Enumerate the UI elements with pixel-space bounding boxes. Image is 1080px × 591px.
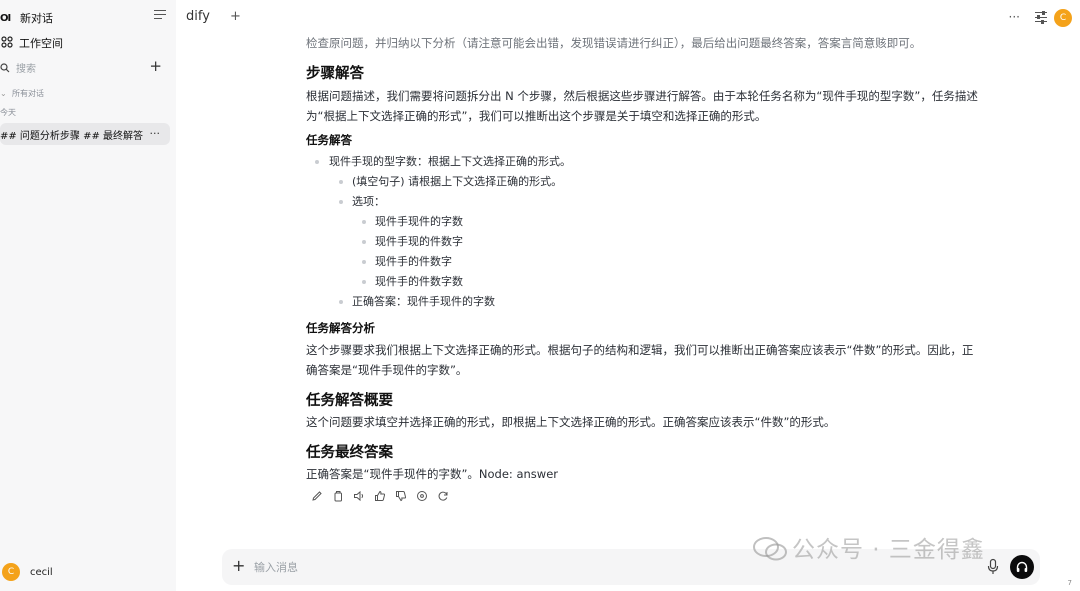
final-paragraph: 正确答案是“现件手现件的字数”。Node: answer xyxy=(306,467,558,481)
list-item: 现件手现的型字数：根据上下文选择正确的形式。 xyxy=(329,155,571,168)
more-options-icon[interactable]: ··· xyxy=(1009,10,1020,24)
heading-final: 任务最终答案 xyxy=(306,445,393,461)
edit-icon[interactable] xyxy=(310,489,323,502)
list-bullet xyxy=(362,240,366,244)
option-item: 现件手现的件数字 xyxy=(375,235,463,248)
option-item: 现件手现件的字数 xyxy=(375,215,463,228)
speaker-icon[interactable] xyxy=(352,489,365,502)
app-logo-icon: OI xyxy=(0,12,11,24)
option-item: 现件手的件数字数 xyxy=(375,275,463,288)
workspace-label: 工作空间 xyxy=(19,37,63,50)
add-chat-icon[interactable]: + xyxy=(149,57,162,75)
copy-icon[interactable] xyxy=(331,489,344,502)
attach-button[interactable]: + xyxy=(232,556,245,575)
add-model-button[interactable]: + xyxy=(230,9,241,24)
profile-avatar[interactable]: C xyxy=(1054,9,1072,27)
workspace-icon xyxy=(1,35,13,51)
list-bullet xyxy=(339,200,343,204)
analysis-paragraph-1: 这个步骤要求我们根据上下文选择正确的形式。根据句子的结构和逻辑，我们可以推断出正… xyxy=(306,343,974,357)
list-bullet xyxy=(362,260,366,264)
intro-text: 检查原问题，并归纳以下分析（请注意可能会出错，发现错误请进行纠正），最后给出问题… xyxy=(306,36,922,50)
summary-paragraph: 这个问题要求填空并选择正确的形式，即根据上下文选择正确的形式。正确答案应该表示“… xyxy=(306,415,836,429)
new-chat-label: 新对话 xyxy=(20,12,53,25)
group-today-label: 今天 xyxy=(0,107,16,117)
all-chats-section[interactable]: ⌄ 所有对话 xyxy=(0,86,176,100)
sidebar: OI 新对话 工作空间 搜索 + ⌄ 所有对话 今天 ## 问题分析步骤 ## … xyxy=(0,0,176,591)
search-icon xyxy=(0,58,10,77)
steps-paragraph-1: 根据问题描述，我们需要将问题拆分出 N 个步骤，然后根据这些步骤进行解答。由于本… xyxy=(306,89,978,103)
list-item: (填空句子) 请根据上下文选择正确的形式。 xyxy=(352,175,563,188)
message-actions xyxy=(310,489,449,502)
list-bullet xyxy=(362,280,366,284)
workspace-link[interactable]: 工作空间 xyxy=(0,34,176,52)
heading-summary: 任务解答概要 xyxy=(306,393,393,409)
thumbs-down-icon[interactable] xyxy=(394,489,407,502)
model-selector[interactable]: dify xyxy=(186,9,210,24)
user-menu[interactable]: C cecil xyxy=(0,561,176,583)
chat-list-item[interactable]: ## 问题分析步骤 ## 最终解答 ··· xyxy=(0,123,170,145)
chat-item-title: ## 问题分析步骤 ## 最终解答 xyxy=(0,130,144,142)
watermark: 公众号 · 三金得鑫 xyxy=(752,530,985,564)
section-label: 所有对话 xyxy=(12,88,44,98)
chevron-down-icon: ⌄ xyxy=(0,88,7,98)
sidebar-toggle-icon[interactable] xyxy=(154,10,166,20)
headphones-icon xyxy=(1016,561,1028,572)
page-number: 7 xyxy=(1067,579,1072,587)
thumbs-up-icon[interactable] xyxy=(373,489,386,502)
controls-icon[interactable] xyxy=(1035,11,1047,24)
avatar: C xyxy=(2,563,20,581)
user-name: cecil xyxy=(30,566,53,578)
analysis-paragraph-2: 确答案是“现件手现件的字数”。 xyxy=(306,363,468,377)
list-bullet xyxy=(339,180,343,184)
heading-analysis: 任务解答分析 xyxy=(306,321,375,335)
new-chat-button[interactable]: OI 新对话 xyxy=(0,8,176,28)
top-bar: dify + ··· C xyxy=(176,0,1080,36)
wechat-logo-icon xyxy=(753,537,787,561)
steps-paragraph-2: 为“根据上下文选择正确的形式”，我们可以推断出这个步骤是关于填空和选择正确的形式… xyxy=(306,109,767,123)
microphone-icon[interactable] xyxy=(986,558,1000,576)
list-item: 选项： xyxy=(352,195,385,208)
heading-task: 任务解答 xyxy=(306,133,352,147)
regenerate-icon[interactable] xyxy=(436,489,449,502)
watermark-text: 公众号 · 三金得鑫 xyxy=(792,537,985,563)
list-item: 正确答案：现件手现件的字数 xyxy=(352,295,495,308)
option-item: 现件手的件数字 xyxy=(375,255,452,268)
list-bullet xyxy=(339,300,343,304)
heading-steps: 步骤解答 xyxy=(306,66,364,82)
voice-mode-button[interactable] xyxy=(1010,555,1034,579)
list-bullet xyxy=(362,220,366,224)
search-row[interactable]: 搜索 + xyxy=(0,57,176,77)
more-icon[interactable]: ··· xyxy=(150,127,161,140)
info-icon[interactable] xyxy=(415,489,428,502)
search-input[interactable]: 搜索 xyxy=(16,60,36,75)
list-bullet xyxy=(315,160,319,164)
